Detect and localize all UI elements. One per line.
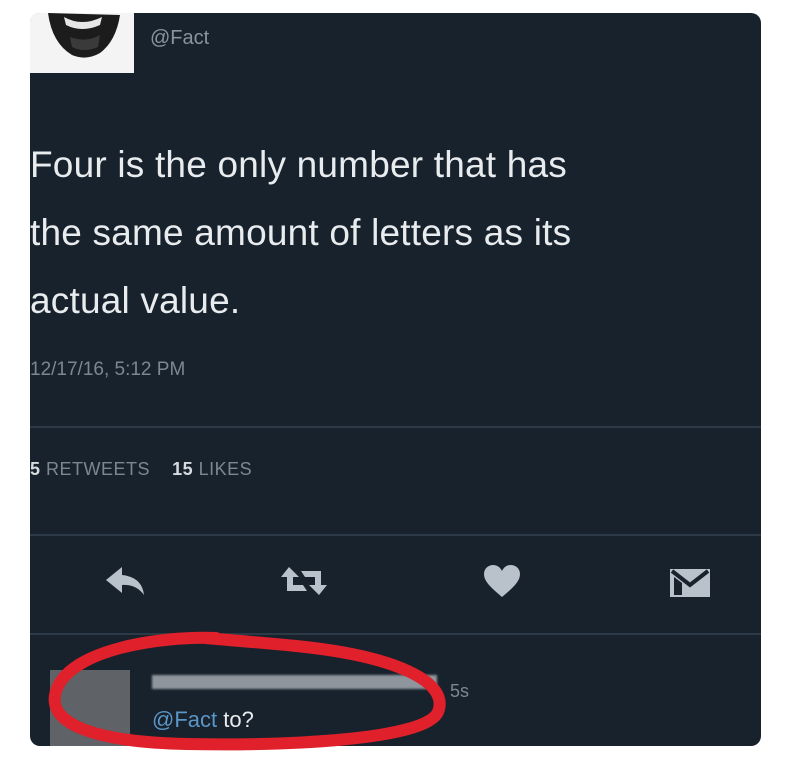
tweet-stats: 5 RETWEETS 15 LIKES xyxy=(30,459,252,480)
message-button[interactable] xyxy=(668,563,712,604)
heart-icon xyxy=(484,565,520,597)
tweet-text-line: the same amount of letters as its xyxy=(30,212,572,253)
red-highlight-circle xyxy=(48,631,446,751)
retweets-count[interactable]: 5 xyxy=(30,459,41,479)
reply-button[interactable] xyxy=(102,563,148,604)
author-handle[interactable]: @Fact xyxy=(150,27,209,50)
likes-label[interactable]: LIKES xyxy=(199,459,253,479)
tweet-text-line: actual value. xyxy=(30,280,241,321)
retweet-icon xyxy=(281,567,327,595)
tweet-timestamp[interactable]: 12/17/16, 5:12 PM xyxy=(30,359,185,381)
reply-icon xyxy=(106,567,144,595)
envelope-icon xyxy=(670,569,710,597)
like-button[interactable] xyxy=(482,563,522,604)
retweet-button[interactable] xyxy=(279,563,329,604)
divider xyxy=(30,426,761,428)
retweets-label[interactable]: RETWEETS xyxy=(46,459,150,479)
likes-count[interactable]: 15 xyxy=(172,459,193,479)
tweet-text-line: Four is the only number that has xyxy=(30,144,568,185)
author-avatar[interactable] xyxy=(30,13,134,73)
divider xyxy=(30,534,761,536)
tweet-text: Four is the only number that has the sam… xyxy=(30,131,750,335)
tweet-actions xyxy=(30,553,761,613)
